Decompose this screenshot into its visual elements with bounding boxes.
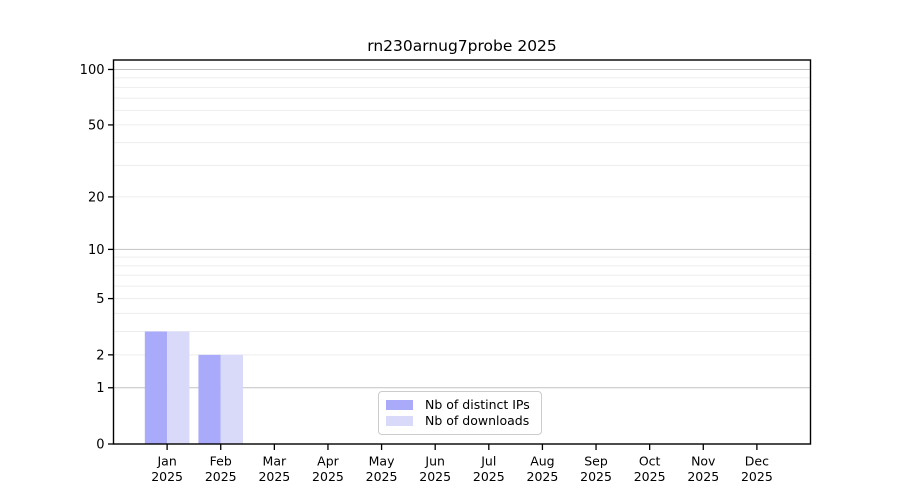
- x-tick-label-month: May: [369, 454, 395, 469]
- x-tick-label-year: 2025: [205, 469, 237, 484]
- chart-title: rn230arnug7probe 2025: [367, 37, 557, 55]
- x-tick-label-year: 2025: [580, 469, 612, 484]
- x-tick-label-month: Nov: [691, 454, 716, 469]
- x-tick-label-year: 2025: [741, 469, 773, 484]
- x-tick-label-month: Oct: [639, 454, 661, 469]
- y-tick-label: 10: [88, 243, 105, 258]
- y-tick-label: 20: [88, 190, 105, 205]
- legend-item-downloads: Nb of downloads: [386, 414, 533, 428]
- x-tick-label-month: Feb: [210, 454, 232, 469]
- chart-figure: 0 1 2 5 10 20 50 100 Jan 2025 Feb 2025 Mar 2025 Apr 202…: [0, 0, 900, 500]
- bar-feb-distinct-ips: [198, 354, 221, 444]
- x-tick-label-year: 2025: [419, 469, 451, 484]
- legend: Nb of distinct IPs Nb of downloads: [378, 391, 542, 435]
- y-tick-label: 2: [96, 348, 104, 363]
- x-tick-label-year: 2025: [151, 469, 183, 484]
- x-tick-label-month: Jul: [480, 454, 496, 469]
- x-tick-label-month: Jun: [424, 454, 445, 469]
- y-tick-label: 1: [96, 381, 104, 396]
- y-tick-label: 100: [80, 63, 105, 78]
- y-tick-label: 0: [96, 438, 104, 453]
- x-tick-label-year: 2025: [258, 469, 290, 484]
- y-tick-label: 5: [96, 292, 104, 307]
- x-tick-label-month: Sep: [584, 454, 608, 469]
- legend-label-distinct-ips: Nb of distinct IPs: [425, 397, 530, 412]
- x-tick-label-month: Mar: [263, 454, 287, 469]
- bar-feb-downloads: [220, 354, 244, 444]
- x-tick-label-month: Jan: [156, 454, 176, 469]
- x-tick-label-month: Apr: [317, 454, 339, 469]
- legend-label-downloads: Nb of downloads: [425, 413, 530, 428]
- legend-swatch-distinct-ips: [386, 400, 413, 410]
- bar-jan-distinct-ips: [144, 331, 168, 444]
- x-tick-label-year: 2025: [687, 469, 719, 484]
- x-tick-label-year: 2025: [366, 469, 398, 484]
- legend-item-distinct-ips: Nb of distinct IPs: [386, 398, 533, 412]
- legend-swatch-downloads: [386, 416, 413, 426]
- x-tick-label-month: Aug: [530, 454, 554, 469]
- x-tick-label-month: Dec: [745, 454, 769, 469]
- x-tick-label-year: 2025: [312, 469, 344, 484]
- x-tick-label-year: 2025: [527, 469, 559, 484]
- x-tick-label-year: 2025: [473, 469, 505, 484]
- x-tick-label-year: 2025: [634, 469, 666, 484]
- y-tick-label: 50: [88, 118, 105, 133]
- bar-jan-downloads: [167, 331, 190, 444]
